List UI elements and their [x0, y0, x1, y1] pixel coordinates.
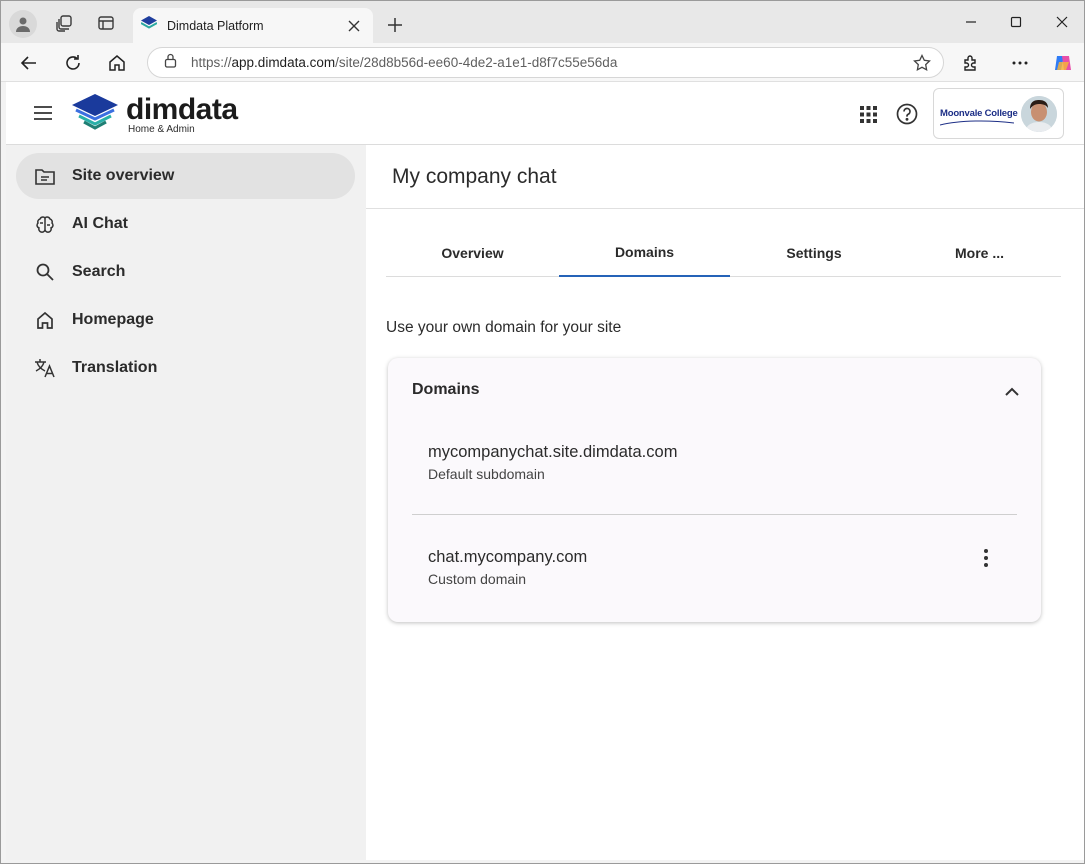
close-tab-icon[interactable]: [345, 17, 363, 35]
maximize-icon[interactable]: [1001, 11, 1031, 33]
app: dimdata Home & Admin Moonvale College Si…: [6, 82, 1084, 860]
help-icon[interactable]: [894, 101, 920, 127]
favorite-star-icon[interactable]: [913, 53, 931, 77]
org-name: Moonvale College: [940, 108, 1018, 126]
sidebar-item-label: AI Chat: [72, 215, 128, 232]
org-switcher[interactable]: Moonvale College: [933, 88, 1064, 139]
back-icon[interactable]: [15, 49, 43, 77]
sidebar-item-ai-chat[interactable]: AI Chat: [16, 201, 355, 247]
page-title: My company chat: [392, 165, 557, 188]
intro-text: Use your own domain for your site: [386, 319, 622, 336]
domain-name: mycompanychat.site.dimdata.com: [428, 443, 678, 461]
tab-domains[interactable]: Domains: [559, 229, 730, 277]
translate-icon: [34, 357, 56, 379]
menu-icon[interactable]: [30, 100, 56, 126]
brain-icon: [34, 213, 56, 235]
chevron-up-icon[interactable]: [1001, 380, 1023, 402]
browser-window: Dimdata Platform https://app.dimdata.com…: [0, 0, 1085, 864]
list-item: chat.mycompany.com Custom domain: [428, 548, 1018, 587]
page-tabs: Overview Domains Settings More ...: [386, 229, 1061, 277]
minimize-icon[interactable]: [956, 11, 986, 33]
logo-name: dimdata: [126, 92, 238, 126]
main-content: My company chat Overview Domains Setting…: [366, 145, 1084, 860]
sidebar-item-label: Search: [72, 263, 126, 280]
folder-icon: [34, 165, 56, 187]
sidebar-item-label: Site overview: [72, 167, 175, 184]
new-tab-button[interactable]: [383, 13, 407, 37]
logo-subtitle: Home & Admin: [128, 123, 195, 135]
dimdata-logo-icon: [72, 94, 118, 137]
home-browser-icon[interactable]: [103, 49, 131, 77]
url-text[interactable]: https://app.dimdata.com/site/28d8b56d-ee…: [191, 55, 617, 70]
refresh-icon[interactable]: [59, 49, 87, 77]
sidebar-item-search[interactable]: Search: [16, 249, 355, 295]
domain-name: chat.mycompany.com: [428, 548, 588, 566]
domain-type: Default subdomain: [428, 466, 545, 482]
domains-card: Domains mycompanychat.site.dimdata.com D…: [388, 358, 1041, 622]
avatar[interactable]: [1021, 95, 1057, 132]
address-bar[interactable]: https://app.dimdata.com/site/28d8b56d-ee…: [147, 47, 944, 78]
home-icon: [34, 309, 56, 331]
close-window-icon[interactable]: [1047, 11, 1077, 33]
divider: [412, 514, 1017, 515]
lock-icon[interactable]: [164, 53, 177, 73]
tab-overview[interactable]: Overview: [386, 229, 559, 277]
sidebar-item-label: Translation: [72, 359, 158, 376]
domain-type: Custom domain: [428, 571, 527, 587]
browser-toolbar: https://app.dimdata.com/site/28d8b56d-ee…: [1, 43, 1084, 82]
tab-settings[interactable]: Settings: [730, 229, 898, 277]
sidebar-item-label: Homepage: [72, 311, 154, 328]
browser-tab[interactable]: Dimdata Platform: [133, 8, 373, 43]
copilot-icon[interactable]: [1049, 49, 1077, 77]
more-menu-icon[interactable]: [1006, 49, 1034, 77]
logo[interactable]: dimdata Home & Admin: [72, 94, 238, 137]
profile-icon[interactable]: [9, 10, 37, 38]
tab-title: Dimdata Platform: [167, 18, 264, 33]
more-vertical-icon[interactable]: [979, 546, 993, 570]
tab-strip: Dimdata Platform: [1, 1, 1084, 43]
app-header: dimdata Home & Admin Moonvale College: [6, 82, 1084, 145]
list-item: mycompanychat.site.dimdata.com Default s…: [428, 443, 1018, 482]
extensions-icon[interactable]: [957, 49, 985, 77]
tab-actions-icon[interactable]: [93, 10, 119, 36]
sidebar-item-site-overview[interactable]: Site overview: [16, 153, 355, 199]
favicon-icon: [140, 16, 158, 35]
sidebar-item-translation[interactable]: Translation: [16, 345, 355, 391]
tab-more[interactable]: More ...: [898, 229, 1061, 277]
card-title: Domains: [412, 381, 480, 398]
apps-grid-icon[interactable]: [856, 102, 880, 126]
sidebar-item-homepage[interactable]: Homepage: [16, 297, 355, 343]
sidebar: Site overview AI Chat Search Homepage Tr…: [6, 145, 366, 860]
divider: [366, 208, 1084, 209]
search-icon: [34, 261, 56, 283]
workspaces-icon[interactable]: [51, 10, 77, 36]
